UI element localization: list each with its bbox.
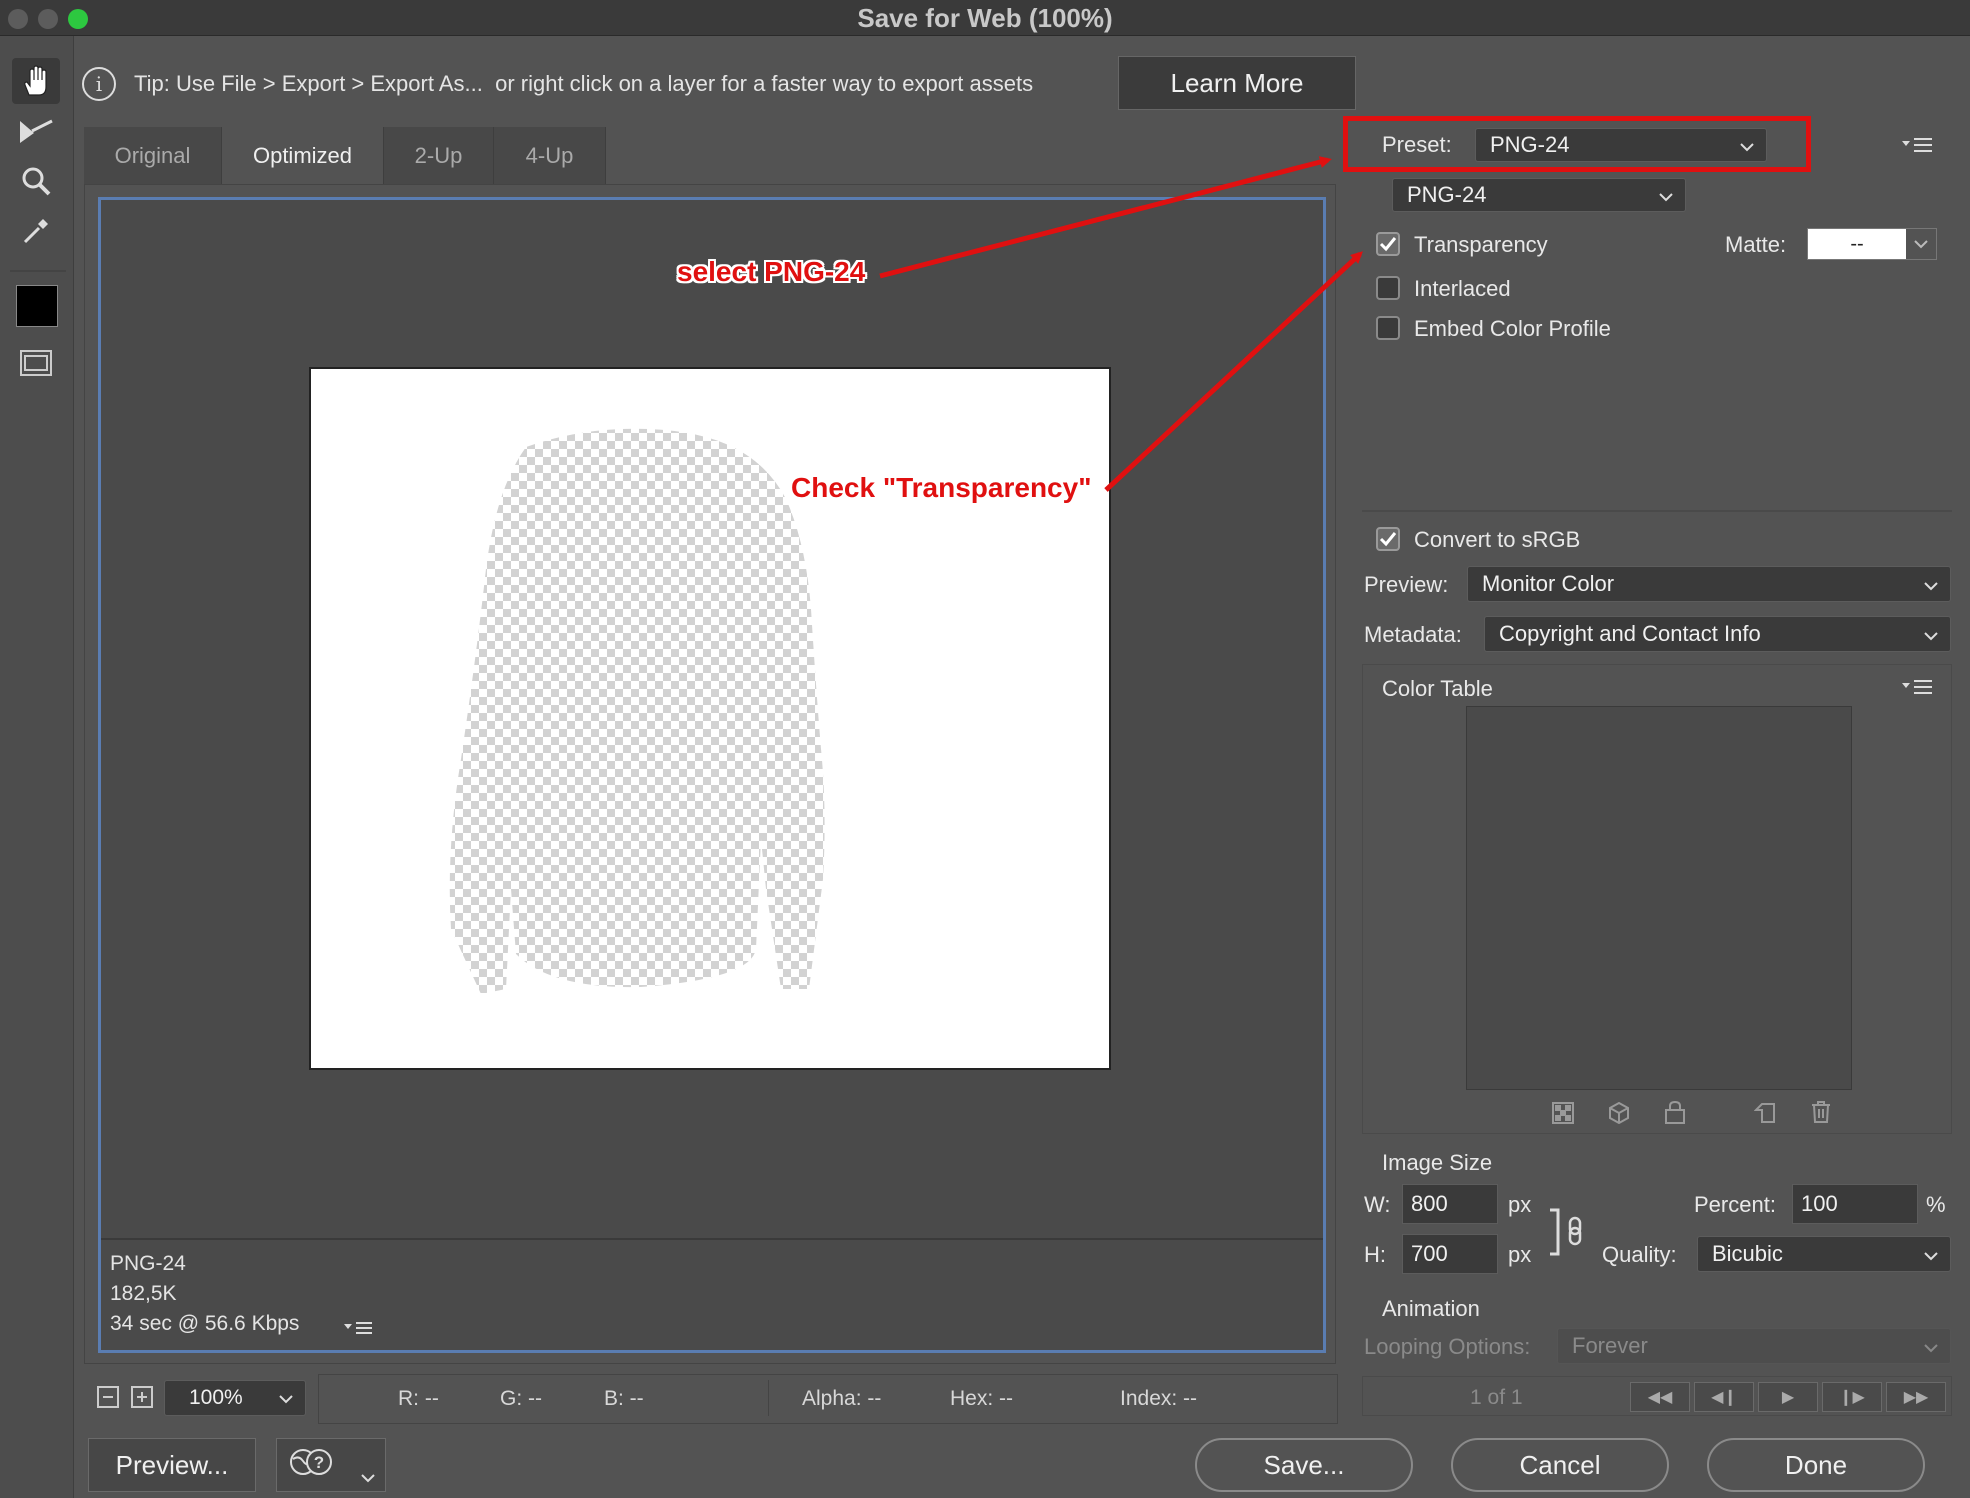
metadata-value: Copyright and Contact Info [1499,621,1761,646]
zoom-out-button[interactable] [97,1386,119,1413]
chevron-down-icon [1924,1333,1938,1359]
last-frame-button[interactable]: ▶▶ [1886,1382,1946,1412]
checkmark-icon [1379,237,1397,252]
first-frame-button[interactable]: ◀◀ [1630,1382,1690,1412]
delete-color-trash-icon[interactable] [1810,1100,1832,1129]
frame-counter: 1 of 1 [1470,1386,1523,1409]
chevron-down-icon [361,1459,375,1490]
green-readout: G: -- [500,1387,542,1410]
metadata-select[interactable]: Copyright and Contact Info [1484,616,1951,652]
preview-browser-select[interactable]: ? [276,1438,386,1492]
red-readout: R: -- [398,1387,439,1410]
color-table-title: Color Table [1382,676,1493,701]
percent-input[interactable]: 100 [1792,1184,1918,1224]
preview-mode-label: Preview: [1364,572,1449,597]
matte-value: -- [1850,232,1864,255]
width-input[interactable]: 800 [1402,1184,1498,1224]
looping-options-select[interactable]: Forever [1557,1328,1951,1364]
preview-mode-value: Monitor Color [1482,571,1615,596]
width-unit: px [1508,1192,1532,1217]
settings-divider [1362,510,1952,512]
height-input[interactable]: 700 [1402,1234,1498,1274]
percent-label: Percent: [1694,1192,1776,1217]
looping-options-label: Looping Options: [1364,1334,1531,1359]
next-frame-button[interactable]: ❙▶ [1822,1382,1882,1412]
width-label: W: [1364,1192,1391,1217]
embed-color-profile-label: Embed Color Profile [1414,316,1611,341]
color-table-menu-icon[interactable] [1902,678,1934,703]
chevron-down-icon [1924,621,1938,647]
color-table-swatches[interactable] [1466,706,1852,1090]
done-button[interactable]: Done [1707,1438,1925,1492]
matte-label: Matte: [1725,232,1787,257]
convert-srgb-label: Convert to sRGB [1414,527,1581,552]
lock-color-icon[interactable] [1664,1100,1686,1129]
quality-select[interactable]: Bicubic [1697,1236,1951,1272]
chevron-down-icon [1924,571,1938,597]
preview-button[interactable]: Preview... [88,1438,256,1492]
chevron-down-icon [1740,132,1754,158]
map-transparency-icon[interactable] [1552,1102,1574,1129]
hex-readout: Hex: -- [950,1387,1013,1410]
metadata-label: Metadata: [1364,622,1462,647]
chevron-down-icon [1924,1241,1938,1267]
chevron-down-icon [1906,229,1936,259]
animation-title: Animation [1382,1296,1480,1321]
embed-color-profile-checkbox[interactable] [1376,316,1400,340]
constrain-proportions-link-icon[interactable] [1548,1208,1588,1261]
chevron-down-icon [1659,182,1673,208]
quality-value: Bicubic [1712,1241,1783,1266]
zoom-level-select[interactable]: 100% [164,1380,306,1416]
percent-sign: % [1926,1192,1946,1217]
play-animation-button[interactable]: ▶ [1758,1382,1818,1412]
index-readout: Index: -- [1120,1387,1198,1410]
convert-srgb-checkbox[interactable] [1376,527,1400,551]
zoom-level-value: 100% [189,1386,243,1409]
matte-select[interactable]: -- [1807,228,1937,260]
transparency-label: Transparency [1414,232,1548,257]
quality-label: Quality: [1602,1242,1677,1267]
blue-readout: B: -- [604,1387,644,1410]
file-format-value: PNG-24 [1407,182,1487,207]
preview-mode-select[interactable]: Monitor Color [1467,566,1951,602]
save-button[interactable]: Save... [1195,1438,1413,1492]
web-shift-cube-icon[interactable] [1608,1101,1630,1129]
interlaced-checkbox[interactable] [1376,276,1400,300]
optimize-menu-icon[interactable] [1902,136,1934,161]
status-divider [768,1380,769,1416]
preset-select[interactable]: PNG-24 [1475,128,1767,162]
browser-globe-icon: ? [289,1447,333,1484]
image-size-title: Image Size [1382,1150,1493,1175]
cancel-button[interactable]: Cancel [1451,1438,1669,1492]
chevron-down-icon [279,1386,293,1410]
new-color-icon[interactable] [1753,1102,1776,1129]
zoom-in-button[interactable] [131,1386,153,1413]
transparency-checkbox[interactable] [1376,232,1400,256]
looping-options-value: Forever [1572,1333,1648,1358]
height-label: H: [1364,1242,1386,1267]
checkmark-icon [1379,532,1397,547]
alpha-readout: Alpha: -- [802,1387,882,1410]
previous-frame-button[interactable]: ◀❙ [1694,1382,1754,1412]
height-unit: px [1508,1242,1532,1267]
interlaced-label: Interlaced [1414,276,1511,301]
svg-text:?: ? [314,1453,324,1472]
file-format-select[interactable]: PNG-24 [1392,178,1686,212]
preset-value: PNG-24 [1490,132,1570,157]
preset-label: Preset: [1382,132,1452,157]
